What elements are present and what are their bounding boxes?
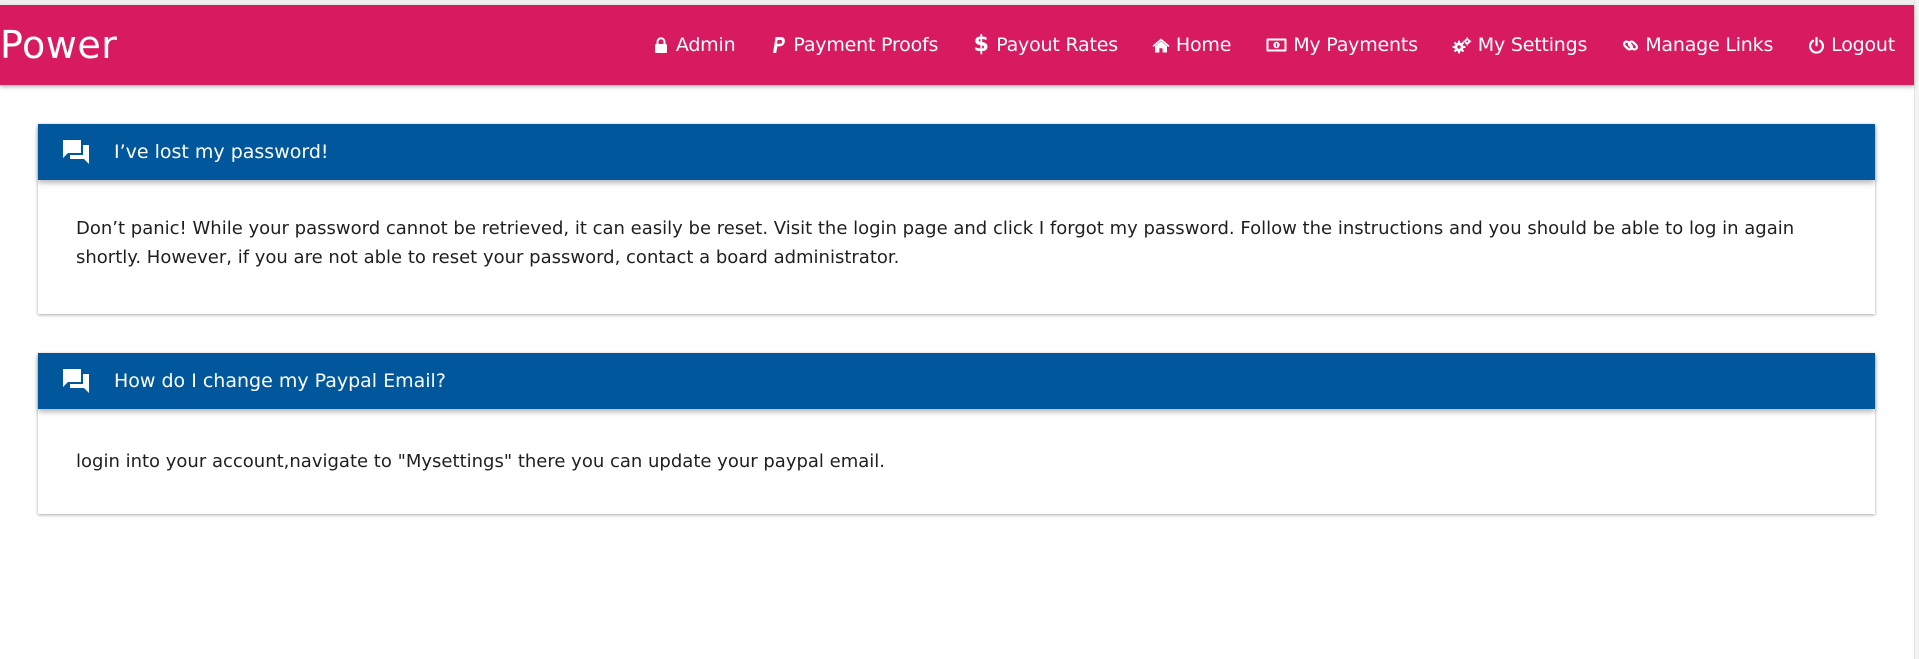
nav-item-label: Logout bbox=[1831, 34, 1895, 56]
nav-menu: Admin Payment Proofs $ Payout Rates Home… bbox=[652, 5, 1895, 85]
money-icon bbox=[1265, 36, 1287, 54]
power-icon bbox=[1807, 36, 1825, 54]
faq-header[interactable]: How do I change my Paypal Email? bbox=[38, 353, 1875, 409]
scrollbar[interactable] bbox=[1914, 0, 1919, 659]
nav-item-label: My Payments bbox=[1293, 34, 1418, 56]
nav-item-logout[interactable]: Logout bbox=[1807, 34, 1895, 56]
nav-item-manage-links[interactable]: Manage Links bbox=[1621, 34, 1773, 56]
chat-bubbles-icon bbox=[61, 137, 91, 167]
faq-question: I’ve lost my password! bbox=[114, 141, 329, 163]
nav-item-my-payments[interactable]: My Payments bbox=[1265, 34, 1418, 56]
nav-item-payment-proofs[interactable]: Payment Proofs bbox=[769, 34, 938, 56]
nav-item-label: Admin bbox=[675, 34, 736, 56]
faq-question: How do I change my Paypal Email? bbox=[114, 370, 446, 392]
nav-item-payout-rates[interactable]: $ Payout Rates bbox=[972, 32, 1118, 57]
navbar: Power Admin Payment Proofs $ Payout Rate… bbox=[0, 5, 1914, 85]
nav-item-label: Home bbox=[1175, 34, 1232, 56]
nav-item-my-settings[interactable]: My Settings bbox=[1452, 34, 1587, 56]
home-icon bbox=[1152, 36, 1170, 54]
link-icon bbox=[1621, 36, 1639, 54]
nav-item-label: My Settings bbox=[1477, 34, 1588, 56]
cogs-icon bbox=[1452, 36, 1472, 54]
nav-item-home[interactable]: Home bbox=[1152, 34, 1231, 56]
faq-panel: I’ve lost my password! Don’t panic! Whil… bbox=[38, 124, 1875, 314]
page: Power Admin Payment Proofs $ Payout Rate… bbox=[0, 0, 1919, 659]
nav-item-label: Manage Links bbox=[1645, 34, 1774, 56]
brand-logo[interactable]: Power bbox=[0, 5, 117, 85]
paypal-icon bbox=[769, 36, 787, 54]
faq-panel: How do I change my Paypal Email? login i… bbox=[38, 353, 1875, 514]
faq-header[interactable]: I’ve lost my password! bbox=[38, 124, 1875, 180]
faq-answer: Don’t panic! While your password cannot … bbox=[76, 218, 1795, 268]
chat-bubbles-icon bbox=[61, 366, 91, 396]
lock-icon bbox=[652, 36, 670, 54]
dollar-icon: $ bbox=[973, 32, 989, 57]
nav-item-label: Payment Proofs bbox=[793, 34, 939, 56]
nav-item-admin[interactable]: Admin bbox=[652, 34, 736, 56]
faq-answer: login into your account,navigate to "Mys… bbox=[76, 451, 886, 472]
nav-item-label: Payout Rates bbox=[996, 34, 1118, 56]
